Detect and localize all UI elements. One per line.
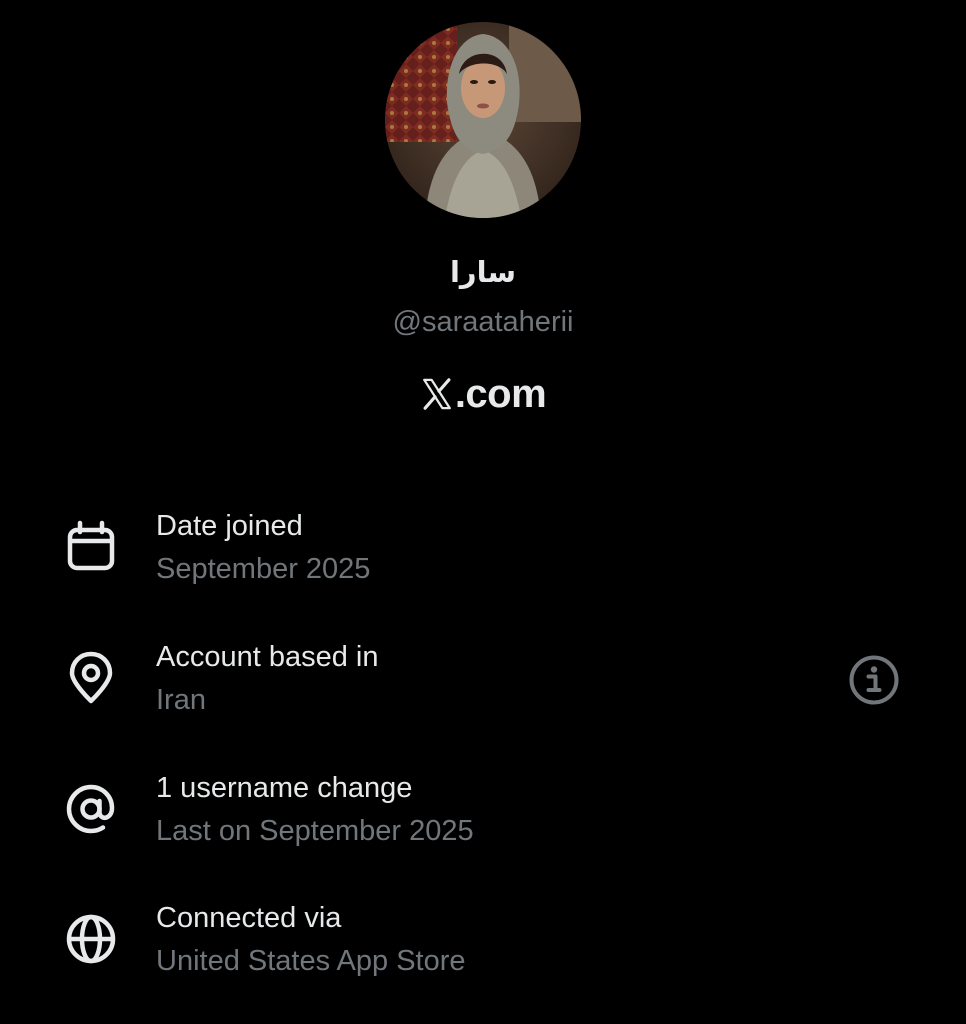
display-name: سارا	[449, 255, 517, 289]
calendar-icon	[67, 520, 115, 571]
detail-row-account-based-in: Account based in Iran	[0, 637, 966, 747]
location-pin-icon	[69, 651, 113, 704]
detail-row-connected-via: Connected via United States App Store	[0, 898, 966, 1008]
avatar[interactable]	[385, 22, 581, 218]
detail-row-date-joined: Date joined September 2025	[0, 506, 966, 616]
at-sign-icon	[66, 784, 115, 834]
avatar-photo	[385, 22, 581, 218]
detail-value: Iran	[156, 684, 206, 716]
detail-title: Account based in	[156, 641, 379, 673]
x-logo-icon	[422, 378, 451, 410]
detail-title: Date joined	[156, 510, 303, 542]
username-handle: @saraataherii	[392, 306, 574, 338]
detail-value: United States App Store	[156, 945, 466, 977]
info-icon[interactable]	[848, 654, 900, 706]
detail-value: September 2025	[156, 553, 371, 585]
detail-title: Connected via	[156, 902, 342, 934]
detail-value: Last on September 2025	[156, 815, 474, 847]
brand-wordmark: .com	[0, 368, 966, 420]
detail-title: 1 username change	[156, 772, 413, 804]
detail-row-username-change: 1 username change Last on September 2025	[0, 768, 966, 878]
globe-icon	[66, 914, 116, 964]
brand-text: .com	[454, 371, 547, 416]
